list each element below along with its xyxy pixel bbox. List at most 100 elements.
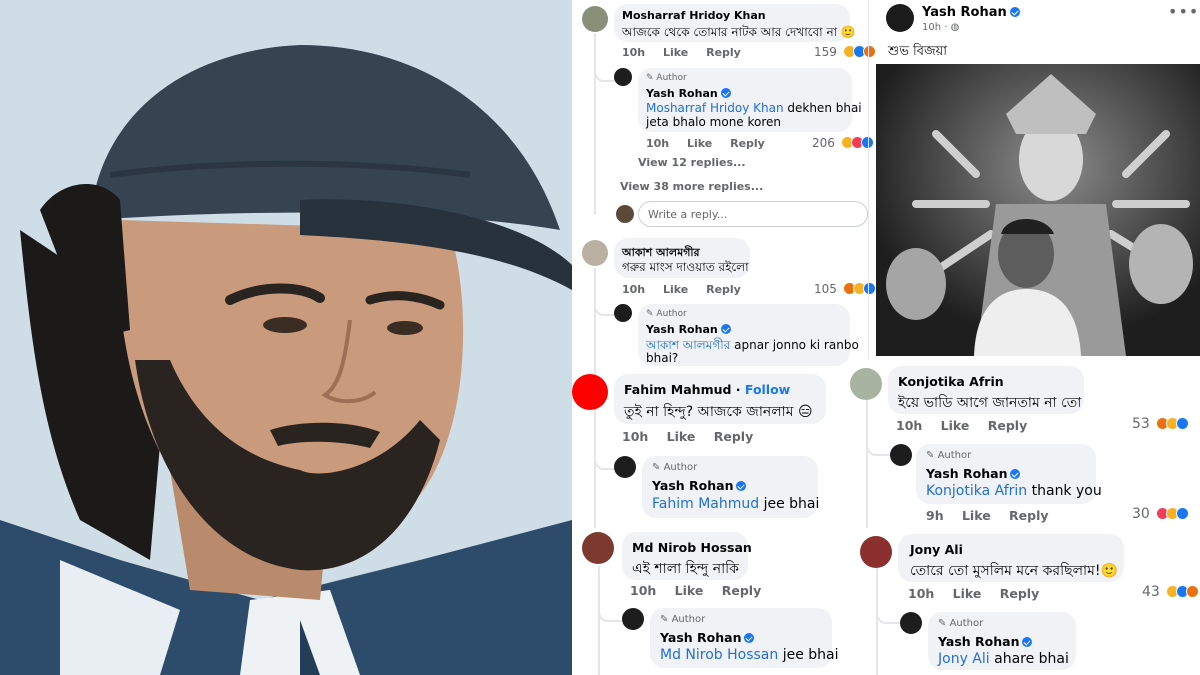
commenter-avatar[interactable] [860, 536, 892, 568]
reply-time: 10h [646, 137, 670, 150]
author-name[interactable]: Yash Rohan [652, 478, 747, 493]
mention-link[interactable]: Konjotika Afrin [926, 483, 1027, 499]
thread-connector [594, 448, 616, 470]
author-tag-label: Author [656, 73, 687, 83]
author-tag: ✎ Author [938, 618, 984, 629]
comment-time: 10h [622, 283, 646, 296]
mention-link[interactable]: Md Nirob Hossan [660, 647, 778, 663]
reaction-count[interactable]: 53 [1132, 416, 1190, 432]
author-name[interactable]: Yash Rohan [926, 466, 1021, 481]
post-author-avatar[interactable] [886, 4, 914, 32]
author-tag: ✎ Author [652, 462, 698, 473]
reply-link[interactable]: Reply [706, 46, 741, 59]
author-avatar[interactable] [900, 612, 922, 634]
reply-link[interactable]: Reply [988, 418, 1027, 433]
post-photo[interactable] [876, 64, 1200, 356]
like-reaction-icon [1176, 417, 1190, 430]
author-reply-text: Md Nirob Hossan jee bhai [660, 647, 839, 663]
author-tag-label: Author [663, 462, 698, 473]
reaction-count[interactable]: 30 [1132, 506, 1190, 522]
thread-connector [876, 602, 900, 624]
follow-button[interactable]: Follow [745, 382, 790, 397]
commenter-name[interactable]: Md Nirob Hossan [632, 540, 752, 555]
thread-line [594, 410, 596, 528]
thread-connector [866, 434, 890, 456]
thread-line [594, 34, 596, 214]
author-avatar[interactable] [614, 304, 632, 322]
durga-idol-photo [876, 64, 1200, 356]
post-author-name[interactable]: Yash Rohan [922, 5, 1020, 20]
reply-link[interactable]: Reply [1000, 586, 1039, 601]
author-avatar[interactable] [614, 68, 632, 86]
mention-link[interactable]: Jony Ali [938, 651, 990, 667]
reply-text-part: ahare bhai [989, 651, 1069, 667]
commenter-name[interactable]: Konjotika Afrin [898, 374, 1004, 389]
like-link[interactable]: Like [663, 46, 688, 59]
like-link[interactable]: Like [663, 283, 688, 296]
author-reply-text-line2: bhai? [646, 351, 679, 365]
thread-connector [594, 296, 614, 316]
author-name[interactable]: Yash Rohan [646, 323, 731, 336]
reply-link[interactable]: Reply [714, 429, 753, 444]
reaction-count[interactable]: 43 [1142, 584, 1200, 600]
commenter-name[interactable]: Jony Ali [910, 542, 963, 557]
author-name-text: Yash Rohan [646, 323, 718, 336]
reply-time: 9h [926, 508, 944, 523]
commenter-avatar[interactable] [582, 532, 614, 564]
reply-link[interactable]: Reply [722, 583, 761, 598]
comment-meta: 10h Like Reply [622, 283, 755, 296]
reply-text-part: jee bhai [778, 647, 839, 663]
like-link[interactable]: Like [675, 583, 704, 598]
author-name[interactable]: Yash Rohan [646, 87, 731, 100]
verified-badge-icon [1010, 469, 1021, 479]
commenter-avatar[interactable] [850, 368, 882, 400]
author-reply-bubble: ✎ Author Yash Rohan Jony Ali ahare bhai [928, 612, 1076, 670]
author-reply-bubble: ✎ Author Yash Rohan Fahim Mahmud jee bha… [642, 456, 819, 518]
comment-text: আজকে থেকে তোমার নাটক আর দেখাবো না 🙂 [622, 25, 856, 39]
author-avatar[interactable] [614, 456, 636, 478]
view-replies-link[interactable]: View 12 replies... [638, 156, 746, 169]
like-reaction-icon [1176, 507, 1190, 520]
verified-badge-icon [744, 633, 755, 643]
like-link[interactable]: Like [953, 586, 982, 601]
commenter-avatar[interactable] [582, 6, 608, 32]
like-link[interactable]: Like [941, 418, 970, 433]
reaction-count[interactable]: 159 [814, 45, 876, 59]
reply-link[interactable]: Reply [1009, 508, 1048, 523]
like-link[interactable]: Like [667, 429, 696, 444]
comment-text: গরুর মাংস দাওয়াত রইলো [622, 260, 749, 274]
commenter-name[interactable]: Fahim Mahmud · Follow [624, 382, 790, 397]
author-tag-label: Author [671, 614, 706, 625]
comment-bubble: Mosharraf Hridoy Khan আজকে থেকে তোমার না… [614, 4, 856, 42]
mention-link[interactable]: Mosharraf Hridoy Khan [646, 101, 784, 115]
author-name[interactable]: Yash Rohan [938, 634, 1033, 649]
view-more-replies-link[interactable]: View 38 more replies... [620, 180, 763, 193]
author-name[interactable]: Yash Rohan [660, 630, 755, 645]
reply-link[interactable]: Reply [730, 137, 765, 150]
author-reply-bubble: ✎ Author Yash Rohan Mosharraf Hridoy Kha… [638, 68, 862, 132]
author-name-text: Yash Rohan [660, 630, 742, 645]
more-options-icon[interactable]: ••• [1168, 2, 1199, 21]
commenter-avatar[interactable] [582, 240, 608, 266]
author-reply-bubble: ✎ Author Yash Rohan Konjotika Afrin than… [916, 444, 1102, 504]
like-link[interactable]: Like [962, 508, 991, 523]
author-avatar[interactable] [622, 608, 644, 630]
comment-text: তোরে তো মুসলিম মনে করছিলাম!🙂 [910, 563, 1118, 579]
author-avatar[interactable] [890, 444, 912, 466]
like-link[interactable]: Like [687, 137, 712, 150]
mention-link[interactable]: Fahim Mahmud [652, 496, 759, 512]
reply-input[interactable]: Write a reply... [638, 201, 868, 227]
column-divider [868, 0, 869, 360]
comment-time: 10h [622, 46, 646, 59]
reaction-count[interactable]: 105 [814, 282, 876, 296]
mention-link[interactable]: আকাশ আলমগীর [646, 338, 730, 352]
author-reply-text: Konjotika Afrin thank you [926, 483, 1102, 499]
verified-badge-icon [736, 481, 747, 491]
author-reply-text: Jony Ali ahare bhai [938, 651, 1069, 667]
reaction-number: 159 [814, 45, 837, 59]
reaction-count[interactable]: 206 [812, 136, 874, 150]
author-name-text: Yash Rohan [926, 466, 1008, 481]
author-name-text: Yash Rohan [938, 634, 1020, 649]
commenter-name[interactable]: Mosharraf Hridoy Khan [622, 9, 766, 22]
reply-link[interactable]: Reply [706, 283, 741, 296]
